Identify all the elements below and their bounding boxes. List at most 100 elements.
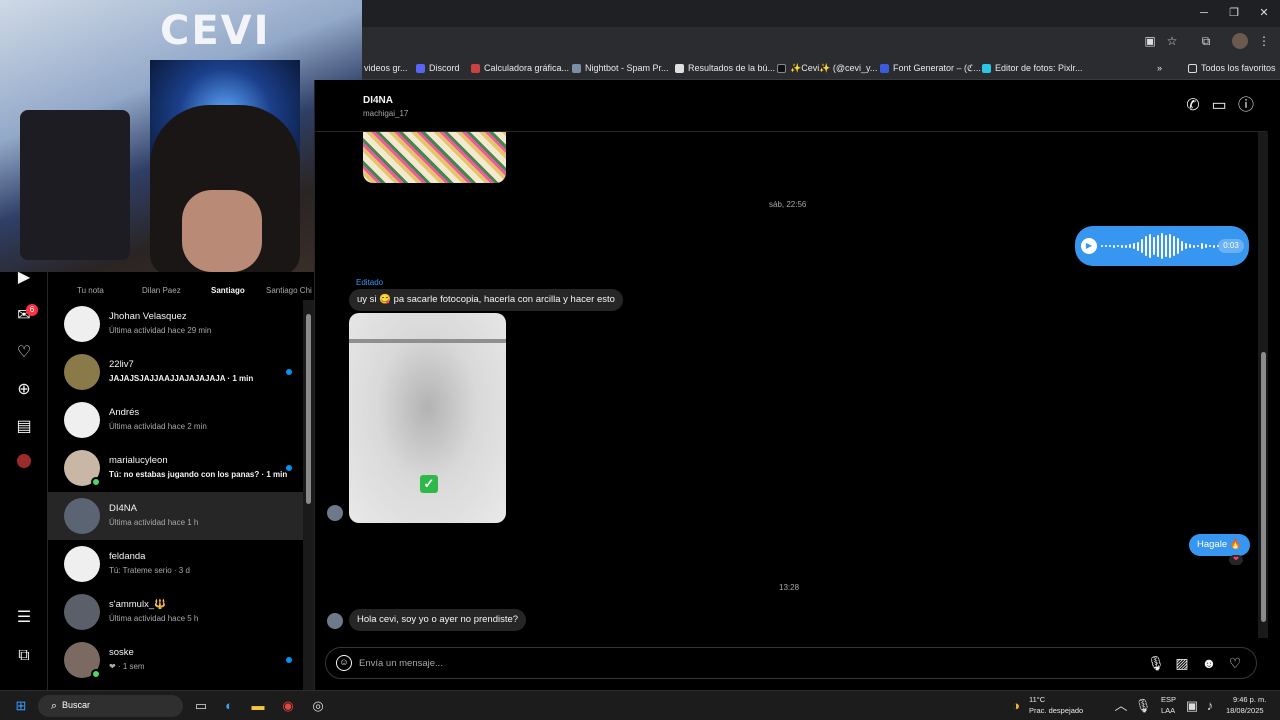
file-explorer-icon[interactable]: ▬	[249, 697, 267, 715]
shared-sticker-image[interactable]	[363, 132, 506, 183]
play-icon[interactable]: ▶	[1081, 238, 1097, 254]
chrome-icon[interactable]: ◉	[279, 697, 297, 715]
clock-date[interactable]: 18/08/2025	[1226, 706, 1264, 715]
message-input[interactable]	[359, 654, 759, 672]
notes-row: Tu nota Dilan Paez Santiago Santiago Chi	[48, 272, 314, 298]
avatar[interactable]	[64, 498, 100, 534]
video-call-icon[interactable]: ▭	[1209, 96, 1229, 116]
profile-avatar[interactable]	[1232, 33, 1248, 49]
conversation-row[interactable]: Jhohan Velasquez Última actividad hace 29…	[48, 300, 303, 348]
bookmark-item[interactable]: Editor de fotos: Pixlr...	[982, 60, 1083, 76]
waveform	[1101, 233, 1219, 259]
heart-icon[interactable]: ♡	[14, 343, 34, 363]
avatar[interactable]	[64, 306, 100, 342]
avatar[interactable]	[64, 354, 100, 390]
language-code[interactable]: ESP	[1161, 695, 1176, 704]
bookmark-item[interactable]: ✨Cevi✨ (@cevi_y...	[777, 60, 877, 76]
all-bookmarks-label: Todos los favoritos	[1201, 63, 1276, 73]
weather-temp[interactable]: 11°C	[1029, 695, 1045, 704]
bookmark-item[interactable]: Discord	[416, 60, 460, 76]
chat-contact-name[interactable]: DI4NA	[363, 95, 393, 106]
sender-avatar[interactable]	[327, 613, 343, 629]
avatar[interactable]	[64, 402, 100, 438]
scrollbar-thumb[interactable]	[306, 314, 311, 504]
conversation-scrollbar[interactable]	[303, 300, 314, 690]
waveform-bar	[1101, 245, 1103, 247]
microphone-icon[interactable]: 🎙	[1147, 654, 1165, 672]
bookmark-item[interactable]: Resultados de la bú...	[675, 60, 775, 76]
heart-reaction[interactable]: ❤	[1229, 555, 1243, 565]
emoji-icon[interactable]: ☺	[336, 655, 352, 671]
obs-icon[interactable]: ◎	[309, 697, 327, 715]
bookmark-label: Font Generator – (ℭ...	[893, 63, 981, 73]
sender-avatar[interactable]	[327, 505, 343, 521]
note-label[interactable]: Dilan Paez	[142, 286, 181, 295]
bookmark-item[interactable]: Font Generator – (ℭ...	[880, 60, 981, 76]
outgoing-message[interactable]: Hagale 🔥	[1189, 534, 1250, 556]
note-label[interactable]: Santiago	[211, 286, 245, 295]
dashboard-icon[interactable]: ▤	[14, 417, 34, 437]
volume-icon[interactable]: ♪	[1201, 697, 1219, 715]
bookmark-item[interactable]: Calculadora gráfica...	[471, 60, 569, 76]
conversation-row[interactable]: soske ❤ · 1 sem	[48, 636, 303, 684]
language-layout[interactable]: LAA	[1161, 706, 1175, 715]
edge-icon[interactable]: ◐	[220, 697, 238, 715]
profile-icon[interactable]	[14, 454, 34, 474]
shared-drawing-image[interactable]: ✓	[349, 313, 506, 523]
chevron-up-icon[interactable]: ︿	[1112, 697, 1130, 715]
note-label[interactable]: Santiago Chi	[266, 286, 312, 295]
avatar[interactable]	[64, 546, 100, 582]
heart-like-icon[interactable]: ♡	[1226, 654, 1244, 672]
webcam-sign: CEVI	[160, 8, 271, 54]
conversation-preview: JAJAJSJAJJAAJJAJAJAJAJA · 1 min	[109, 374, 254, 383]
taskbar-search[interactable]: ⌕ Buscar	[38, 695, 183, 717]
incoming-message[interactable]: Hola cevi, soy yo o ayer no prendiste?	[349, 609, 527, 631]
bookmark-item[interactable]: Nightbot - Spam Pr...	[572, 60, 669, 76]
close-icon[interactable]: ✕	[1256, 5, 1272, 21]
meta-apps-icon[interactable]: ⧉	[14, 646, 34, 666]
microphone-tray-icon[interactable]: 🎙	[1134, 697, 1152, 715]
star-icon[interactable]: ☆	[1164, 33, 1180, 49]
cast-icon[interactable]: ▣	[1142, 33, 1158, 49]
scrollbar-thumb[interactable]	[1261, 352, 1266, 622]
phone-icon[interactable]: ✆	[1183, 96, 1203, 116]
conversation-row[interactable]: Andrés Última actividad hace 2 min	[48, 396, 303, 444]
all-bookmarks[interactable]: Todos los favoritos	[1188, 60, 1276, 76]
weather-desc[interactable]: Prac. despejado	[1029, 706, 1083, 715]
conversation-row[interactable]: marialucyleon Tú: no estabas jugando con …	[48, 444, 303, 492]
waveform-bar	[1117, 245, 1119, 247]
windows-start-icon[interactable]: ⊞	[12, 697, 30, 715]
conversation-preview: Tú: no estabas jugando con los panas? · …	[109, 470, 288, 479]
waveform-bar	[1173, 236, 1175, 256]
incoming-message[interactable]: uy si 😋 pa sacarle fotocopia, hacerla co…	[349, 289, 623, 311]
task-view-icon[interactable]: ▭	[192, 697, 210, 715]
reels-icon[interactable]: ▶	[14, 268, 34, 288]
network-icon[interactable]: ▣	[1183, 697, 1201, 715]
chevron-right-icon[interactable]: »	[1157, 60, 1162, 76]
conversation-row[interactable]: 22liv7 JAJAJSJAJJAAJJAJAJAJAJA · 1 min	[48, 348, 303, 396]
conversation-row[interactable]: DI4NA Última actividad hace 1 h	[48, 492, 303, 540]
conversation-row[interactable]: s'ammulx_🔱 Última actividad hace 5 h	[48, 588, 303, 636]
waveform-bar	[1205, 244, 1207, 248]
waveform-bar	[1169, 234, 1171, 258]
chat-pane: DI4NA machigai_17 ✆ ▭ ⓘ sáb, 22:56 ▶ 0:0…	[314, 80, 1267, 690]
info-icon[interactable]: ⓘ	[1236, 96, 1256, 116]
conversation-list: Jhohan Velasquez Última actividad hace 29…	[48, 300, 303, 690]
conversation-row[interactable]: feldanda Tú: Trateme serio · 3 d	[48, 540, 303, 588]
minimize-icon[interactable]: ─	[1196, 5, 1212, 21]
sticker-icon[interactable]: ☻	[1200, 654, 1218, 672]
note-label[interactable]: Tu nota	[77, 286, 104, 295]
hamburger-icon[interactable]: ☰	[14, 608, 34, 628]
extensions-icon[interactable]: ⧉	[1198, 33, 1214, 49]
menu-dots-icon[interactable]: ⋮	[1256, 33, 1272, 49]
avatar[interactable]	[64, 594, 100, 630]
create-icon[interactable]: ⊕	[14, 380, 34, 400]
conversation-name: 22liv7	[109, 359, 134, 370]
clock-time[interactable]: 9:46 p. m.	[1233, 695, 1266, 704]
bookmark-item[interactable]: videos gr...	[364, 60, 408, 76]
chat-scrollbar[interactable]	[1258, 132, 1268, 638]
voice-message[interactable]: ▶ 0:03	[1075, 226, 1249, 266]
image-icon[interactable]: ▨	[1173, 654, 1191, 672]
unread-dot	[286, 369, 292, 375]
restore-icon[interactable]: ❐	[1226, 5, 1242, 21]
